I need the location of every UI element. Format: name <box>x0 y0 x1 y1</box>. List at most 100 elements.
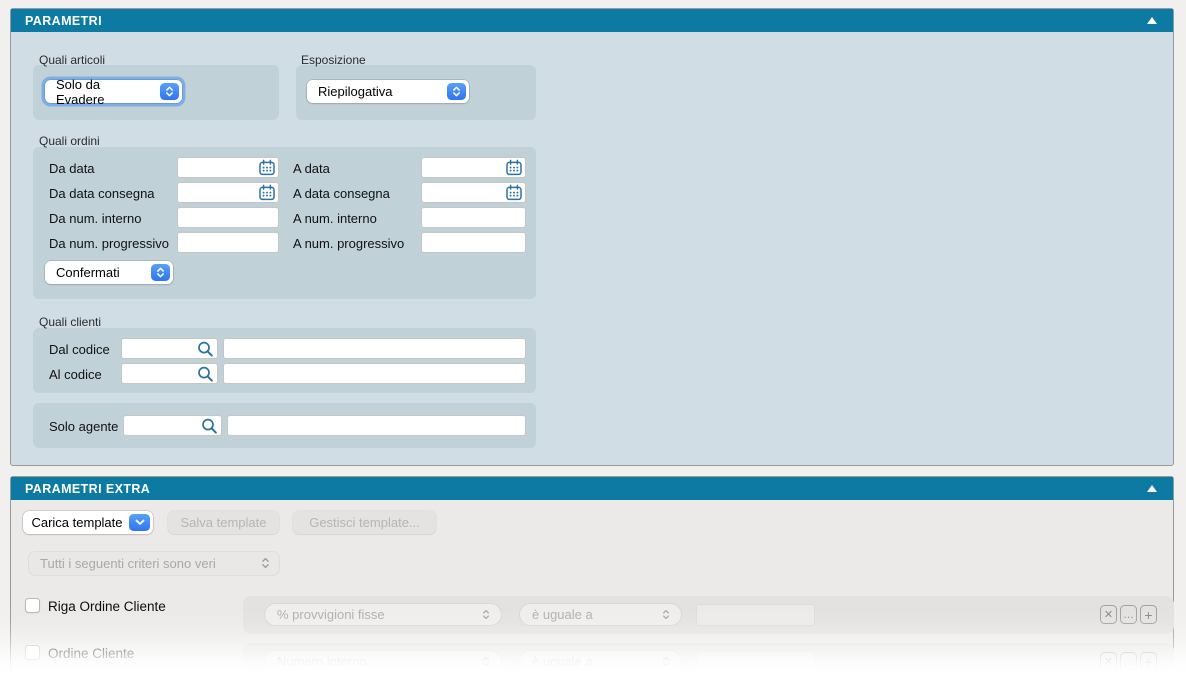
dal-codice-name-input[interactable] <box>228 340 525 357</box>
calendar-icon[interactable] <box>258 184 276 207</box>
criteria-operator-value: è uguale a <box>532 654 593 669</box>
criteria-field-select[interactable]: % provvigioni fisse <box>264 603 502 626</box>
ellipsis-icon: … <box>1123 656 1134 668</box>
stato-ordini-selected-value: Confermati <box>56 265 120 280</box>
solo-agente-name-field[interactable] <box>227 415 526 436</box>
criteria-value-input[interactable] <box>701 606 814 624</box>
da-data-consegna-field[interactable] <box>177 182 279 203</box>
add-criteria-button[interactable]: + <box>1140 605 1157 624</box>
quali-articoli-select[interactable]: Solo da Evadere <box>45 80 182 103</box>
panel-parametri-header[interactable]: PARAMETRI <box>11 9 1173 32</box>
da-num-interno-input[interactable] <box>182 209 278 226</box>
a-data-field[interactable] <box>421 157 526 178</box>
more-options-button[interactable]: … <box>1120 605 1137 624</box>
chevron-up-down-icon <box>482 608 490 624</box>
field-label-da-num-progressivo: Da num. progressivo <box>49 236 169 251</box>
search-icon[interactable] <box>200 417 219 441</box>
solo-agente-input[interactable] <box>128 417 203 434</box>
criteria-operator-select[interactable]: è uguale a <box>519 603 682 626</box>
more-options-button[interactable]: … <box>1120 652 1137 671</box>
a-data-input[interactable] <box>426 159 507 176</box>
carica-template-button[interactable]: Carica template <box>23 511 153 534</box>
criteria-match-selected-value: Tutti i seguenti criteri sono veri <box>40 556 216 571</box>
a-num-interno-field[interactable] <box>421 207 526 228</box>
plus-icon: + <box>1144 607 1152 623</box>
field-label-a-num-progressivo: A num. progressivo <box>293 236 404 251</box>
plus-icon: + <box>1144 654 1152 670</box>
ordine-cliente-label: Ordine Cliente <box>48 646 134 661</box>
al-codice-input[interactable] <box>126 365 199 382</box>
field-label-da-num-interno: Da num. interno <box>49 211 142 226</box>
calendar-icon[interactable] <box>505 159 523 182</box>
riga-ordine-cliente-checkbox[interactable] <box>25 598 40 613</box>
field-label-a-num-interno: A num. interno <box>293 211 377 226</box>
field-label-a-data-consegna: A data consegna <box>293 186 390 201</box>
a-num-interno-input[interactable] <box>426 209 525 226</box>
collapse-arrow-icon[interactable] <box>1147 485 1157 492</box>
dal-codice-input[interactable] <box>126 340 199 357</box>
esposizione-select[interactable]: Riepilogativa <box>307 80 469 103</box>
search-icon[interactable] <box>196 340 215 364</box>
al-codice-name-input[interactable] <box>228 365 525 382</box>
field-label-al-codice: Al codice <box>49 367 102 382</box>
criteria-value-input[interactable] <box>701 653 814 671</box>
a-num-progressivo-input[interactable] <box>426 234 525 251</box>
da-data-consegna-input[interactable] <box>182 184 260 201</box>
salva-template-label: Salva template <box>181 515 267 530</box>
dal-codice-name-field[interactable] <box>223 338 526 359</box>
chevron-up-down-icon <box>482 655 490 671</box>
gestisci-template-button[interactable]: Gestisci template... <box>293 511 436 534</box>
panel-parametri-extra: PARAMETRI EXTRA Carica template Salva te… <box>10 476 1174 690</box>
panel-parametri-extra-header[interactable]: PARAMETRI EXTRA <box>11 477 1173 500</box>
field-label-da-data-consegna: Da data consegna <box>49 186 155 201</box>
a-num-progressivo-field[interactable] <box>421 232 526 253</box>
riga-ordine-cliente-label: Riga Ordine Cliente <box>48 599 166 614</box>
add-criteria-button[interactable]: + <box>1140 652 1157 671</box>
da-num-progressivo-input[interactable] <box>182 234 278 251</box>
field-label-da-data: Da data <box>49 161 95 176</box>
field-label-dal-codice: Dal codice <box>49 342 110 357</box>
criteria-value-field[interactable] <box>696 604 815 626</box>
al-codice-field[interactable] <box>121 363 218 384</box>
chevron-up-down-icon <box>151 264 170 281</box>
criteria-row: Numero interno è uguale a ✕ … + <box>243 643 1174 681</box>
x-icon: ✕ <box>1104 608 1113 621</box>
ellipsis-icon: … <box>1123 609 1134 621</box>
search-icon[interactable] <box>196 365 215 389</box>
da-data-field[interactable] <box>177 157 279 178</box>
quali-articoli-selected-value: Solo da Evadere <box>56 77 152 107</box>
criteria-field-value: Numero interno <box>277 654 367 669</box>
salva-template-button[interactable]: Salva template <box>168 511 279 534</box>
x-icon: ✕ <box>1104 655 1113 668</box>
criteria-operator-select[interactable]: è uguale a <box>519 650 682 673</box>
al-codice-name-field[interactable] <box>223 363 526 384</box>
da-num-interno-field[interactable] <box>177 207 279 228</box>
chevron-up-down-icon <box>160 83 179 100</box>
stato-ordini-select[interactable]: Confermati <box>45 261 173 284</box>
carica-template-label: Carica template <box>31 515 122 530</box>
dal-codice-field[interactable] <box>121 338 218 359</box>
gestisci-template-label: Gestisci template... <box>309 515 420 530</box>
criteria-field-value: % provvigioni fisse <box>277 607 385 622</box>
criteria-field-select[interactable]: Numero interno <box>264 650 502 673</box>
calendar-icon[interactable] <box>505 184 523 207</box>
remove-criteria-button[interactable]: ✕ <box>1100 605 1117 624</box>
solo-agente-field[interactable] <box>123 415 222 436</box>
a-data-consegna-input[interactable] <box>426 184 507 201</box>
panel-title: PARAMETRI <box>25 14 102 28</box>
chevron-up-down-icon <box>662 608 670 624</box>
calendar-icon[interactable] <box>258 159 276 182</box>
criteria-row: % provvigioni fisse è uguale a ✕ … <box>243 596 1174 634</box>
da-data-input[interactable] <box>182 159 260 176</box>
da-num-progressivo-field[interactable] <box>177 232 279 253</box>
collapse-arrow-icon[interactable] <box>1147 17 1157 24</box>
panel-title: PARAMETRI EXTRA <box>25 482 150 496</box>
criteria-match-select[interactable]: Tutti i seguenti criteri sono veri <box>29 552 279 575</box>
criteria-operator-value: è uguale a <box>532 607 593 622</box>
chevron-down-icon <box>129 514 150 531</box>
criteria-value-field[interactable] <box>696 651 815 673</box>
remove-criteria-button[interactable]: ✕ <box>1100 652 1117 671</box>
solo-agente-name-input[interactable] <box>232 417 525 434</box>
ordine-cliente-checkbox[interactable] <box>25 645 40 660</box>
a-data-consegna-field[interactable] <box>421 182 526 203</box>
